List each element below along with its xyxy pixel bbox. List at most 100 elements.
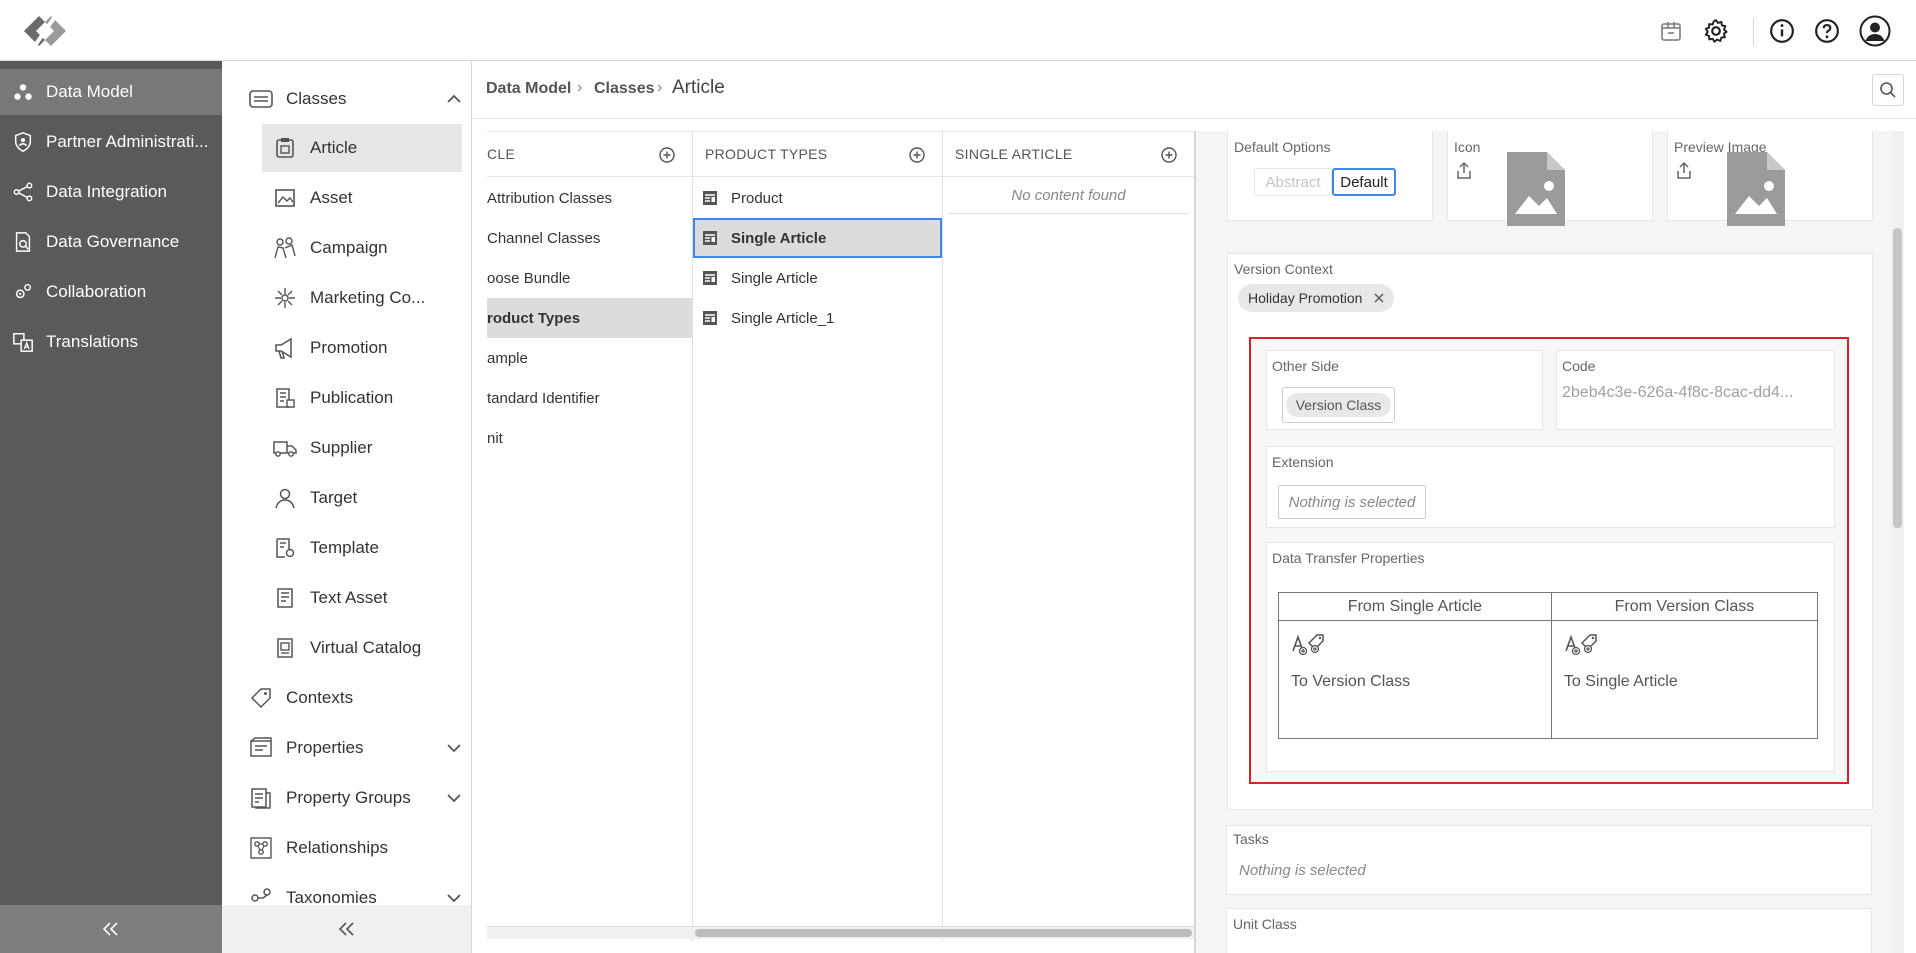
breadcrumb-separator: ›	[657, 79, 663, 96]
sub-item-promotion[interactable]: Promotion	[262, 324, 462, 372]
sub-item-virtual-catalog[interactable]: Virtual Catalog	[262, 624, 462, 672]
list-item[interactable]: Attribution Classes	[487, 178, 692, 218]
add-circle-icon[interactable]	[908, 146, 926, 164]
nav-item-data-model[interactable]: Data Model	[0, 69, 222, 115]
list-item[interactable]: nit	[487, 418, 692, 458]
info-icon[interactable]	[1768, 17, 1796, 45]
article-icon	[272, 135, 298, 161]
text-asset-icon	[272, 585, 298, 611]
abstract-button[interactable]: Abstract	[1254, 168, 1332, 196]
field-label: Code	[1562, 358, 1596, 374]
main-navigation: Data Model Partner Administrati... Data …	[0, 61, 222, 953]
list-item[interactable]: Product	[693, 178, 942, 218]
megaphone-icon	[272, 335, 298, 361]
sub-item-target[interactable]: Target	[262, 474, 462, 522]
collaboration-icon	[12, 281, 34, 303]
sub-item-relationships[interactable]: Relationships	[248, 824, 464, 872]
nav-item-label: Data Integration	[46, 182, 167, 201]
horizontal-scrollbar-thumb[interactable]	[695, 929, 1192, 937]
sub-item-marketing[interactable]: Marketing Co...	[262, 274, 462, 322]
data-transfer-table: From Single Article From Version Class T…	[1278, 592, 1819, 739]
nav-item-partner-administration[interactable]: Partner Administrati...	[0, 119, 222, 165]
chevron-up-icon[interactable]	[444, 89, 464, 109]
collapse-subnav-button[interactable]	[222, 905, 472, 953]
sub-item-campaign[interactable]: Campaign	[262, 224, 462, 272]
class-navigation: Classes Article Asset Campaign Marketing…	[222, 61, 472, 953]
sub-item-text-asset[interactable]: Text Asset	[262, 574, 462, 622]
list-item[interactable]: ample	[487, 338, 692, 378]
vertical-scrollbar-thumb[interactable]	[1893, 228, 1902, 528]
chevron-down-icon[interactable]	[444, 788, 464, 808]
nav-item-collaboration[interactable]: Collaboration	[0, 269, 222, 315]
sub-item-contexts[interactable]: Contexts	[248, 674, 464, 722]
other-side-chip[interactable]: Version Class	[1285, 393, 1392, 417]
nav-item-data-governance[interactable]: Data Governance	[0, 219, 222, 265]
code-card: Code 2beb4c3e-626a-4f8c-8cac-dd4...	[1556, 350, 1835, 430]
chevron-down-icon[interactable]	[444, 738, 464, 758]
breadcrumb-classes[interactable]: Classes	[594, 80, 655, 98]
sub-item-property-groups[interactable]: Property Groups	[248, 774, 464, 822]
default-button[interactable]: Default	[1332, 168, 1396, 196]
list-item[interactable]: Single Article	[693, 258, 942, 298]
extension-select[interactable]: Nothing is selected	[1278, 485, 1426, 519]
sub-item-asset[interactable]: Asset	[262, 174, 462, 222]
article-column: CLE Attribution Classes Channel Classes …	[487, 132, 693, 941]
row-label: roduct Types	[487, 309, 581, 327]
sub-item-properties[interactable]: Properties	[248, 724, 464, 772]
list-item[interactable]: oose Bundle	[487, 258, 692, 298]
add-circle-icon[interactable]	[658, 146, 676, 164]
product-type-icon	[701, 269, 719, 287]
single-article-column: SINGLE ARTICLE No content found	[943, 132, 1194, 941]
row-label: Product	[731, 189, 783, 207]
search-button[interactable]	[1872, 74, 1904, 106]
code-value: 2beb4c3e-626a-4f8c-8cac-dd4...	[1562, 384, 1794, 401]
nav-item-translations[interactable]: Translations	[0, 319, 222, 365]
sub-item-classes[interactable]: Classes	[248, 75, 464, 123]
column-header: PRODUCT TYPES	[693, 132, 942, 177]
to-single-article-cell[interactable]: To Single Article	[1550, 620, 1819, 739]
properties-icon	[248, 735, 274, 761]
list-item[interactable]: Single Article_1	[693, 298, 942, 338]
gear-icon[interactable]	[1702, 17, 1730, 45]
row-label: nit	[487, 429, 503, 447]
field-label: Extension	[1272, 454, 1334, 470]
add-attribute-icon[interactable]	[1291, 631, 1539, 663]
close-icon[interactable]	[1374, 293, 1384, 303]
sub-item-publication[interactable]: Publication	[262, 374, 462, 422]
tasks-value[interactable]: Nothing is selected	[1239, 862, 1366, 879]
logo-icon[interactable]	[22, 14, 68, 48]
sub-item-supplier[interactable]: Supplier	[262, 424, 462, 472]
user-avatar-icon[interactable]	[1859, 15, 1891, 47]
empty-state: No content found	[949, 178, 1188, 214]
package-icon[interactable]	[1657, 17, 1685, 45]
breadcrumb-data-model[interactable]: Data Model	[486, 80, 571, 98]
other-side-field[interactable]: Version Class	[1282, 387, 1395, 423]
sub-item-label: Promotion	[310, 338, 388, 357]
upload-icon[interactable]	[1456, 161, 1472, 185]
nav-item-label: Data Governance	[46, 232, 180, 251]
list-item-selected[interactable]: roduct Types	[487, 298, 692, 338]
sub-item-label: Supplier	[310, 438, 373, 457]
row-label: ample	[487, 349, 528, 367]
add-circle-icon[interactable]	[1160, 146, 1178, 164]
add-attribute-icon[interactable]	[1564, 631, 1805, 663]
collapse-nav-button[interactable]	[0, 905, 222, 953]
sub-item-article[interactable]: Article	[262, 124, 462, 172]
nav-item-label: Partner Administrati...	[46, 132, 209, 151]
to-version-class-cell[interactable]: To Version Class	[1278, 620, 1552, 739]
nav-item-data-integration[interactable]: Data Integration	[0, 169, 222, 215]
list-item-selected[interactable]: Single Article	[693, 218, 942, 258]
sub-item-label: Article	[310, 138, 358, 157]
product-types-column: PRODUCT TYPES Product Single Article Sin…	[693, 132, 943, 941]
help-icon[interactable]	[1813, 17, 1841, 45]
to-single-article-label: To Single Article	[1563, 673, 1678, 690]
double-chevron-left-icon	[102, 922, 118, 936]
nav-item-label: Translations	[46, 332, 138, 351]
list-item[interactable]: tandard Identifier	[487, 378, 692, 418]
to-version-class-label: To Version Class	[1291, 673, 1411, 690]
nav-item-label: Data Model	[46, 82, 133, 101]
version-context-chip[interactable]: Holiday Promotion	[1238, 284, 1395, 312]
upload-icon[interactable]	[1676, 161, 1692, 185]
list-item[interactable]: Channel Classes	[487, 218, 692, 258]
sub-item-template[interactable]: Template	[262, 524, 462, 572]
